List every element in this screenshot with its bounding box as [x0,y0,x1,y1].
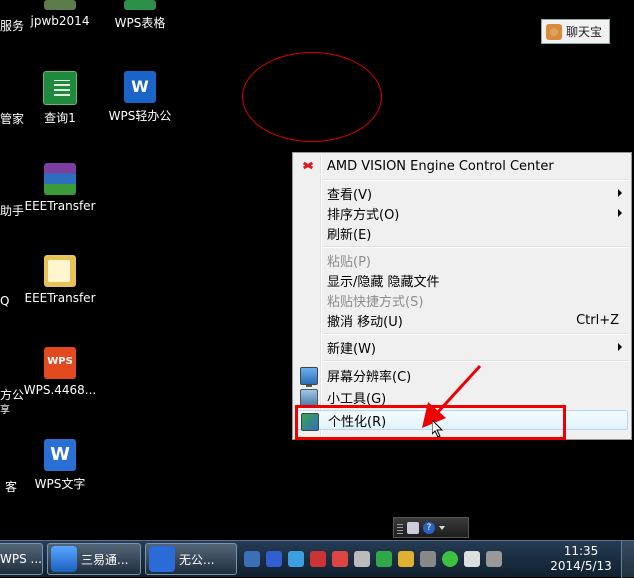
language-bar[interactable]: ? [393,517,469,538]
add-icon[interactable] [442,551,458,567]
clock-date: 2014/5/13 [550,559,612,573]
keyboard-icon[interactable] [407,521,419,534]
dropdown-icon[interactable] [439,525,445,530]
taskbar: WPS ... 三易通... 无公... 11:35 2014/5/13 [0,540,634,578]
taskbar-clock[interactable]: 11:35 2014/5/13 [546,544,616,574]
browser-icon [149,546,175,572]
help-icon[interactable]: ? [423,521,435,534]
network-monitor-icon[interactable] [288,551,304,567]
qq-icon[interactable] [398,551,414,567]
baidu-icon[interactable] [266,551,282,567]
annotation-arrow [422,364,482,428]
clock-time: 11:35 [563,544,599,558]
taskbar-button-wps[interactable]: WPS ... [0,543,43,575]
antivirus-icon[interactable] [244,551,260,567]
sanyitong-icon [51,546,77,572]
mouse-cursor-icon [432,420,444,438]
flag-icon[interactable] [464,551,480,567]
show-desktop-button[interactable] [621,541,634,578]
ime-icon[interactable] [310,551,326,567]
taskbar-button-browser[interactable]: 无公... [145,543,237,575]
arrow-shaft [436,364,482,414]
taskbar-button-sanyitong[interactable]: 三易通... [47,543,141,575]
chinese-icon[interactable] [332,551,348,567]
system-tray [244,549,502,569]
ime-switch-icon[interactable] [486,551,502,567]
taskbar-button-label: 无公... [179,552,215,567]
taskbar-button-label: 三易通... [81,552,129,567]
network-icon[interactable] [420,551,436,567]
taskbar-button-label: WPS ... [0,552,42,566]
shield-icon[interactable] [376,551,392,567]
grip-icon[interactable] [397,521,403,534]
volume-icon[interactable] [354,551,370,567]
